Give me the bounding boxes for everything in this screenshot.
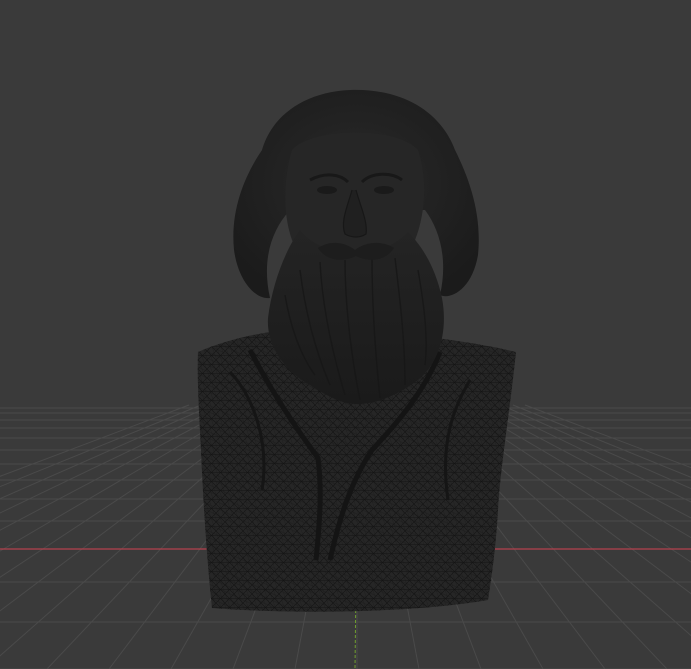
bust-object[interactable] bbox=[197, 89, 516, 612]
face-eye-right bbox=[374, 186, 394, 194]
face-eye-left bbox=[317, 186, 337, 194]
viewport-scene[interactable] bbox=[0, 0, 691, 669]
grid-line-depth bbox=[0, 404, 226, 514]
grid-line-depth bbox=[476, 404, 691, 519]
grid-line-depth bbox=[500, 404, 691, 490]
3d-viewport[interactable] bbox=[0, 0, 691, 669]
grid-line-depth bbox=[512, 404, 691, 478]
grid-line-depth bbox=[0, 404, 190, 477]
grid-line-depth bbox=[524, 404, 691, 469]
